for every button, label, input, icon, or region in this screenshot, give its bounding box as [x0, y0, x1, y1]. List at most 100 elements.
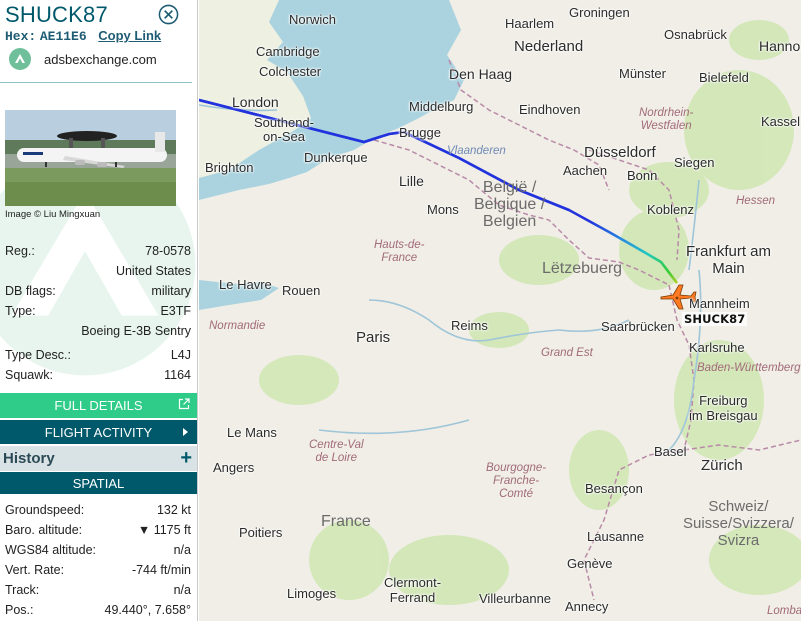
spatial-value: n/a — [173, 543, 191, 557]
site-link[interactable]: adsbexchange.com — [9, 48, 157, 70]
map-view[interactable]: Norwich Haarlem Groningen Cambridge Osna… — [199, 0, 801, 621]
map-label: Limoges — [287, 586, 337, 601]
map-label: Nederland — [514, 38, 584, 55]
map-label: Basel — [654, 444, 687, 459]
spatial-value: 132 kt — [156, 503, 191, 517]
map-label: Münster — [619, 66, 666, 81]
map-label: Angers — [213, 460, 255, 475]
history-section-header[interactable]: History + — [0, 446, 197, 471]
map-label: Kassel — [761, 114, 801, 129]
map-label: Hanno — [759, 38, 801, 54]
map-label: Lombar — [767, 605, 801, 617]
map-label: Schweiz/ Suisse/Svizzera/ Svizra — [683, 498, 794, 549]
detail-row-country: United States — [5, 262, 191, 280]
close-circle-icon[interactable] — [158, 4, 179, 25]
detail-value: military — [151, 284, 191, 298]
detail-row-type: Type: E3TF — [5, 302, 191, 320]
spatial-row-baro-altitude: Baro. altitude: ▼ 1175 ft — [5, 521, 191, 539]
region-label: Vlaanderen — [447, 145, 506, 157]
aircraft-label[interactable]: SHUCK87 — [682, 312, 748, 326]
region-label: Nordrhein- Westfalen — [639, 107, 694, 132]
map-label: Düsseldorf — [584, 144, 656, 161]
detail-value: 78-0578 — [145, 244, 191, 258]
map-label: Karlsruhe — [689, 340, 745, 355]
map-label: Den Haag — [449, 66, 513, 82]
map-label: Lille — [399, 173, 424, 189]
map-label: Genève — [567, 556, 613, 571]
map-label: Besançon — [585, 481, 643, 496]
detail-value: Boeing E-3B Sentry — [81, 324, 191, 338]
map-label: Frankfurt am Main — [686, 243, 772, 277]
map-label: Norwich — [289, 12, 336, 27]
map-label: Rouen — [282, 283, 321, 298]
map-label: Freiburg im Breisgau — [689, 393, 758, 423]
detail-key: DB flags: — [5, 284, 56, 298]
map-label: Villeurbanne — [479, 591, 552, 606]
region-label: Normandie — [209, 320, 266, 332]
map-label: Groningen — [569, 5, 630, 20]
full-details-label: FULL DETAILS — [54, 398, 143, 413]
map-label: Koblenz — [647, 202, 694, 217]
spatial-key: Groundspeed: — [5, 503, 85, 517]
copy-link-button[interactable]: Copy Link — [98, 28, 161, 43]
detail-row-type-desc: Type Desc.: L4J — [5, 346, 191, 364]
map-label: Brighton — [205, 160, 254, 175]
detail-value: L4J — [170, 348, 191, 362]
full-details-button[interactable]: FULL DETAILS — [0, 393, 197, 418]
map-label: Poitiers — [239, 525, 283, 540]
map-label: België / Belgique / Belgien — [474, 179, 546, 230]
detail-value: 1164 — [164, 368, 191, 382]
map-label: Southend- on-Sea — [254, 115, 314, 144]
spatial-row-wgs84-altitude: WGS84 altitude: n/a — [5, 541, 191, 559]
callsign-title: SHUCK87 — [5, 2, 108, 27]
external-link-icon — [178, 398, 190, 410]
detail-row-db-flags: DB flags: military — [5, 282, 191, 300]
spatial-row-vert-rate: Vert. Rate: -744 ft/min — [5, 561, 191, 579]
spatial-value: -744 ft/min — [131, 563, 191, 577]
adsbx-logo-icon — [9, 48, 31, 70]
region-label: Baden-Württemberg — [697, 362, 801, 374]
spatial-row-groundspeed: Groundspeed: 132 kt — [5, 501, 191, 519]
map-label: Clermont- Ferrand — [384, 575, 442, 605]
map-label: Brugge — [399, 125, 441, 140]
detail-key: Reg.: — [5, 244, 35, 258]
region-label: Grand Est — [541, 347, 593, 359]
plus-icon[interactable]: + — [180, 447, 192, 470]
spatial-value: ▼ 1175 ft — [137, 523, 191, 537]
flight-activity-label: FLIGHT ACTIVITY — [44, 424, 153, 440]
map-label: Haarlem — [505, 16, 555, 31]
map-label: Dunkerque — [304, 150, 368, 165]
map-label: Eindhoven — [519, 102, 581, 117]
region-label: Centre-Val de Loire — [309, 439, 364, 464]
map-label: London — [232, 94, 279, 110]
map-label: Lëtzebuerg — [542, 260, 623, 277]
flight-activity-button[interactable]: FLIGHT ACTIVITY — [0, 420, 197, 444]
detail-key: Type: — [5, 304, 36, 318]
region-label: Hauts-de- France — [374, 239, 425, 264]
map-label: Colchester — [259, 64, 322, 79]
aircraft-photo[interactable] — [5, 110, 176, 206]
hex-row: Hex: AE11E6 Copy Link — [5, 28, 161, 44]
map-label: Le Havre — [219, 277, 272, 292]
map-label: Osnabrück — [664, 27, 727, 42]
detail-row-squawk: Squawk: 1164 — [5, 366, 191, 384]
spatial-key: Pos.: — [5, 603, 34, 617]
spatial-row-position: Pos.: 49.440°, 7.658° — [5, 601, 191, 619]
map-label: Aachen — [563, 163, 608, 178]
region-label: Bourgogne- Franche- Comté — [486, 462, 547, 500]
map-label: Bonn — [627, 168, 658, 183]
spatial-value: 49.440°, 7.658° — [104, 603, 191, 617]
map-label: Mons — [427, 202, 459, 217]
spatial-row-track: Track: n/a — [5, 581, 191, 599]
map-label: Reims — [451, 318, 488, 333]
detail-row-model: Boeing E-3B Sentry — [5, 322, 191, 340]
hex-value: AE11E6 — [39, 29, 87, 44]
map-label: Lausanne — [587, 529, 645, 544]
divider — [0, 82, 192, 83]
detail-row-reg: Reg.: 78-0578 — [5, 242, 191, 260]
map-label: France — [321, 513, 371, 530]
detail-value: E3TF — [160, 304, 191, 318]
spatial-key: Track: — [5, 583, 40, 597]
hex-label: Hex: — [5, 29, 37, 44]
map-label: Zürich — [701, 457, 743, 474]
